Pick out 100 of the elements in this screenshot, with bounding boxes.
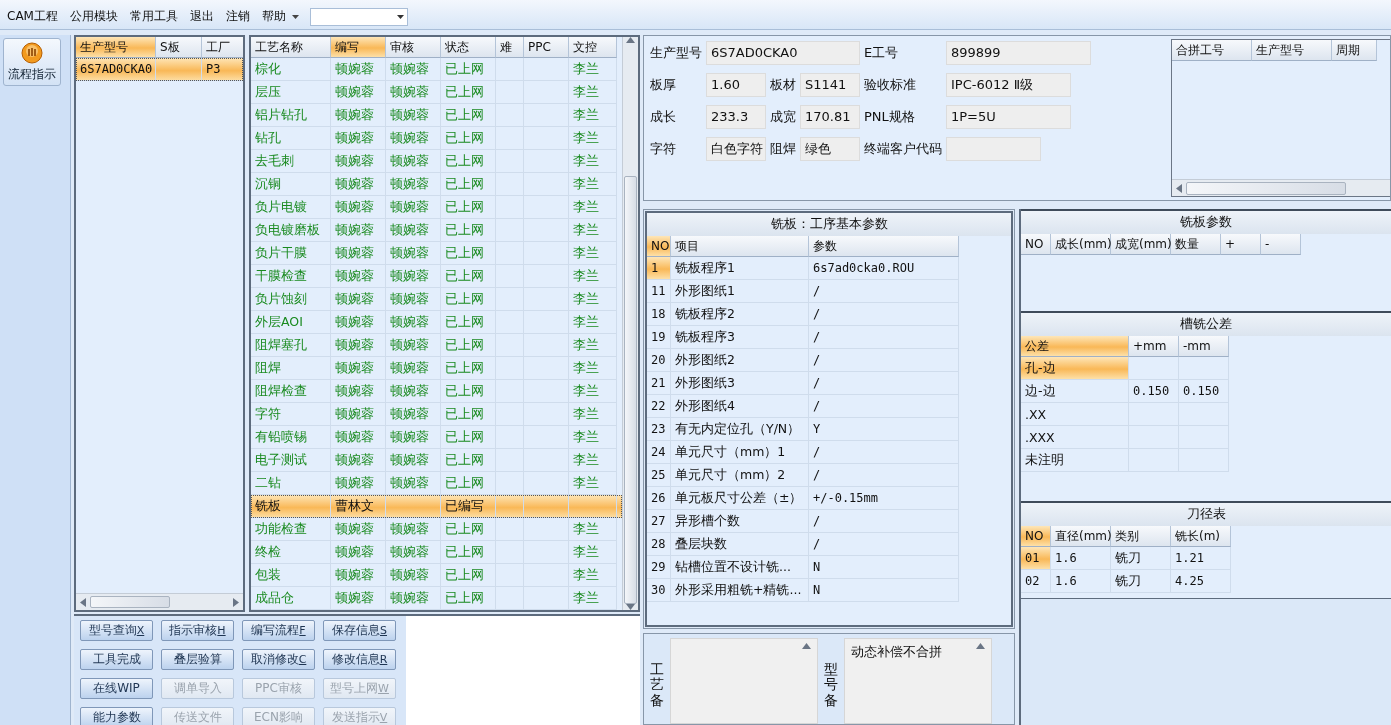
empty-cell xyxy=(524,587,569,610)
column-header[interactable]: + xyxy=(1221,234,1261,255)
column-header[interactable]: 编写 xyxy=(331,37,386,58)
table-cell: 已上网 xyxy=(441,403,496,426)
table-cell: 终检 xyxy=(251,541,331,564)
scroll-arrow-icon[interactable] xyxy=(80,597,86,607)
table-cell: 李兰 xyxy=(569,288,617,311)
scroll-arrow-icon[interactable] xyxy=(626,37,635,43)
column-header[interactable]: 周期 xyxy=(1332,40,1377,61)
column-header[interactable]: 成长(mm) xyxy=(1051,234,1111,255)
table-cell: 顿婉蓉 xyxy=(386,380,441,403)
input-field[interactable]: 白色字符 xyxy=(706,136,766,161)
table-cell: 顿婉蓉 xyxy=(331,564,386,587)
action-button[interactable]: 指示审核H xyxy=(161,620,234,641)
column-header[interactable]: -mm xyxy=(1179,336,1229,357)
menu-item[interactable]: 退出 xyxy=(184,7,219,26)
scrollbar[interactable] xyxy=(1172,179,1390,196)
menu-item[interactable]: CAM工程 xyxy=(2,7,63,26)
column-header[interactable]: NO xyxy=(1021,234,1051,255)
column-header[interactable]: 类别 xyxy=(1111,526,1171,547)
input-field[interactable]: 1P=5U xyxy=(946,104,1071,129)
dropdown-field[interactable] xyxy=(309,7,408,26)
table-cell: 25 xyxy=(647,464,671,487)
selected-row[interactable]: 铣板 曹林文 已编写 xyxy=(251,495,622,518)
menu-item[interactable]: 帮助 xyxy=(256,7,304,26)
action-button[interactable]: 在线WIP xyxy=(80,678,153,699)
table-cell: 顿婉蓉 xyxy=(386,196,441,219)
input-field[interactable]: IPC-6012 Ⅱ级 xyxy=(946,72,1071,97)
table-cell: 单元板尺寸公差（±） xyxy=(671,487,809,510)
input-field[interactable]: 6S7AD0CKA0 xyxy=(706,40,860,65)
column-header[interactable]: 工艺名称 xyxy=(251,37,331,58)
action-button[interactable]: 叠层验算 xyxy=(161,649,234,670)
column-header[interactable]: - xyxy=(1261,234,1301,255)
action-button[interactable]: 工具完成 xyxy=(80,649,153,670)
action-button[interactable]: 保存信息S xyxy=(323,620,396,641)
column-header[interactable]: 合拼工号 xyxy=(1172,40,1252,61)
scroll-arrow-icon[interactable] xyxy=(626,604,635,610)
table-cell: 顿婉蓉 xyxy=(386,518,441,541)
column-header[interactable]: 生产型号 xyxy=(1252,40,1332,61)
column-header[interactable]: 状态 xyxy=(441,37,496,58)
scrollbar[interactable] xyxy=(622,37,638,610)
column-header[interactable]: +mm xyxy=(1129,336,1179,357)
column-header[interactable]: 文控 xyxy=(569,37,617,58)
scrollbar[interactable] xyxy=(76,593,243,610)
action-button[interactable]: 能力参数 xyxy=(80,707,153,725)
column-header[interactable]: 审核 xyxy=(386,37,441,58)
input-field[interactable]: 899899 xyxy=(946,40,1091,65)
action-button[interactable]: 取消修改C xyxy=(242,649,315,670)
column-header[interactable]: S板 xyxy=(156,37,202,58)
scroll-arrow-icon[interactable] xyxy=(233,597,239,607)
table-cell: 棕化 xyxy=(251,58,331,81)
column-header[interactable]: 直径(mm) xyxy=(1051,526,1111,547)
flow-guide-button[interactable]: 流程指示 xyxy=(3,38,61,86)
input-field[interactable] xyxy=(946,136,1041,161)
scroll-arrow-icon[interactable] xyxy=(802,643,811,649)
field-label: E工号 xyxy=(864,43,900,62)
column-header[interactable]: 成宽(mm) xyxy=(1111,234,1171,255)
input-field[interactable]: 绿色 xyxy=(800,136,860,161)
remark-field[interactable]: 动态补偿不合拼 xyxy=(844,638,992,724)
table-cell: 顿婉蓉 xyxy=(386,311,441,334)
remark-field[interactable] xyxy=(670,638,818,724)
table-cell: 顿婉蓉 xyxy=(386,219,441,242)
table-cell: 包装 xyxy=(251,564,331,587)
column-header[interactable]: 铣长(m) xyxy=(1171,526,1231,547)
input-field[interactable]: 233.3 xyxy=(706,104,766,129)
selected-row[interactable]: 6S7AD0CKA0 P3 xyxy=(76,58,243,81)
input-field[interactable]: 170.81 xyxy=(800,104,860,129)
scroll-arrow-icon[interactable] xyxy=(976,643,985,649)
column-header[interactable]: NO xyxy=(1021,526,1051,547)
action-button[interactable]: 编写流程F xyxy=(242,620,315,641)
field-label: PNL规格 xyxy=(864,107,916,126)
column-header[interactable]: 生产型号 xyxy=(76,37,156,58)
scroll-arrow-icon[interactable] xyxy=(1176,183,1182,193)
table-cell: 孔-边 xyxy=(1021,357,1129,380)
table-cell: 阻焊 xyxy=(251,357,331,380)
menu-item[interactable]: 公用模块 xyxy=(64,7,123,26)
remark-label: 型号备 xyxy=(824,662,838,709)
table-cell: 28 xyxy=(647,533,671,556)
menu-item[interactable]: 注销 xyxy=(220,7,255,26)
table-cell: 18 xyxy=(647,303,671,326)
column-header[interactable]: 难 xyxy=(496,37,524,58)
menu-item[interactable]: 常用工具 xyxy=(124,7,183,26)
table-cell: 已上网 xyxy=(441,541,496,564)
column-header[interactable]: 参数 xyxy=(809,236,959,257)
column-header[interactable]: 工厂 xyxy=(202,37,243,58)
column-header[interactable]: NO xyxy=(647,236,671,257)
action-button[interactable]: 修改信息R xyxy=(323,649,396,670)
table-cell: .XX xyxy=(1021,403,1129,426)
column-header[interactable]: 项目 xyxy=(671,236,809,257)
input-field[interactable]: 1.60 xyxy=(706,72,766,97)
input-field[interactable]: S1141 xyxy=(800,72,860,97)
column-header[interactable]: 公差 xyxy=(1021,336,1129,357)
action-button[interactable]: 型号查询X xyxy=(80,620,153,641)
column-header[interactable]: 数量 xyxy=(1171,234,1221,255)
table-cell: 0.150 xyxy=(1179,380,1229,403)
table-cell: 顿婉蓉 xyxy=(331,518,386,541)
empty-cell xyxy=(524,58,569,81)
empty-cell xyxy=(1179,357,1229,380)
column-header[interactable]: PPC xyxy=(524,37,569,58)
table-cell: 已上网 xyxy=(441,288,496,311)
